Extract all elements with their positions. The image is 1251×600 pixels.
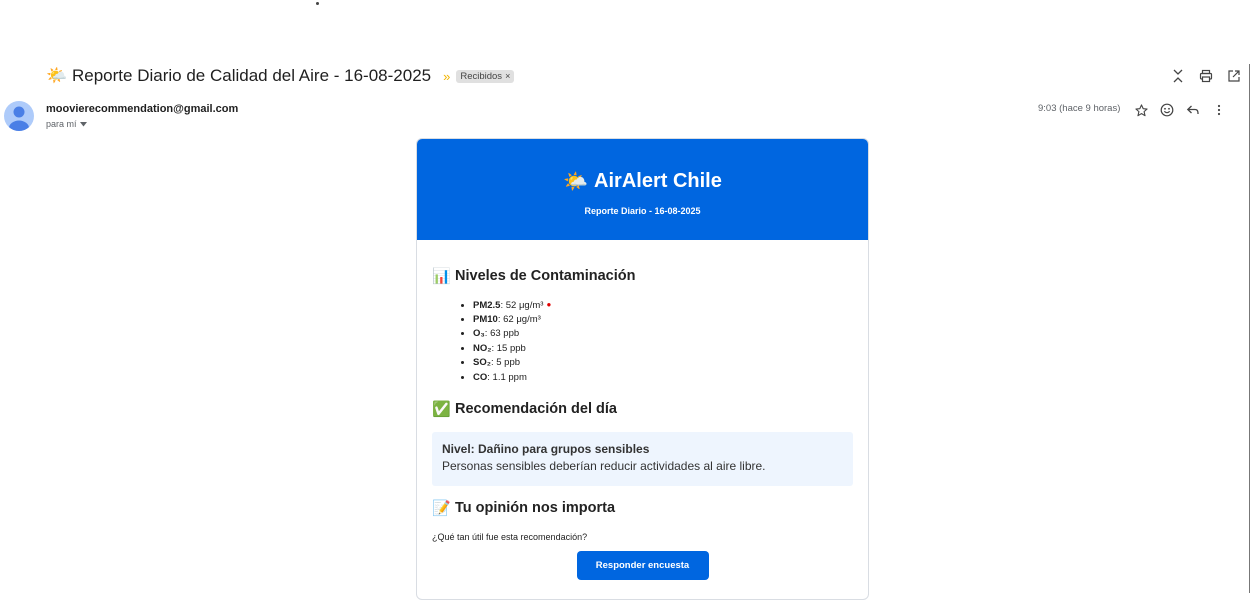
check-icon: ✅ [432,400,451,418]
print-icon[interactable] [1196,66,1216,86]
pollutant-name: PM10 [473,313,498,325]
levels-heading: 📊 Niveles de Contaminación [432,267,853,285]
opinion-title: Tu opinión nos importa [455,499,616,516]
star-icon[interactable] [1131,100,1151,120]
importance-marker-icon[interactable]: » [443,69,450,84]
to-me-label: para mí [46,119,77,129]
label-chip-text: Recibidos [460,70,503,82]
recommendation-level: Nivel: Dañino para grupos sensibles [442,441,650,456]
chevron-down-icon [79,121,87,126]
remove-label-icon[interactable]: × [505,71,510,81]
recommendation-heading: ✅ Recomendación del día [432,400,853,418]
pollutant-value: 15 ppb [496,342,526,354]
pollutant-name: PM2.5 [473,300,501,311]
pollutant-name: O₃ [473,328,485,340]
list-item: PM2.5: 52 μg/m³● [473,298,853,313]
received-time: 9:03 (hace 9 horas) [1038,103,1121,114]
open-in-new-icon[interactable] [1224,66,1244,86]
person-icon [9,106,29,131]
list-item: CO: 1.1 ppm [473,371,853,386]
pollutant-name: NO₂ [473,342,492,354]
pollutant-value: 52 μg/m³ [505,300,544,311]
levels-title: Niveles de Contaminación [455,268,636,284]
list-item: SO₂: 5 ppb [473,356,853,371]
report-subtitle: Reporte Diario - 16-08-2025 [584,206,701,216]
survey-question: ¿Qué tan útil fue esta recomendación? [432,531,588,542]
label-chip-inbox[interactable]: Recibidos × [456,69,515,83]
pollutant-value: 5 ppb [496,357,521,369]
survey-button[interactable]: Responder encuesta [576,550,709,580]
thread-toolbar [1168,66,1244,86]
pollutant-name: SO₂ [473,357,491,369]
pollutant-value: 63 ppb [490,328,520,340]
subject-row: 🌤️ Reporte Diario de Calidad del Aire - … [46,64,515,88]
sun-cloud-icon: 🌤️ [563,171,589,193]
recommendation-box: Nivel: Dañino para grupos sensibles Pers… [432,431,853,486]
list-item: PM10: 62 μg/m³ [473,313,853,328]
viewport-edge [1249,64,1250,593]
list-item: NO₂: 15 ppb [473,342,853,357]
reply-icon[interactable] [1183,100,1203,120]
report-banner: 🌤️ AirAlert Chile Reporte Diario - 16-08… [417,139,868,240]
email-subject: Reporte Diario de Calidad del Aire - 16-… [72,66,432,85]
stray-dot [316,2,319,5]
alert-dot-icon: ● [546,300,552,309]
pollutant-list: PM2.5: 52 μg/m³● PM10: 62 μg/m³ O₃: 63 p… [432,298,853,386]
collapse-icon[interactable] [1168,66,1188,86]
chart-icon: 📊 [432,268,451,285]
pollutant-value: 1.1 ppm [492,371,527,383]
brand-title: 🌤️ AirAlert Chile [417,139,868,194]
report-content: 📊 Niveles de Contaminación PM2.5: 52 μg/… [417,267,868,580]
pollutant-value: 62 μg/m³ [503,313,541,325]
recipients-toggle[interactable]: para mí [46,119,87,129]
brand-name: AirAlert Chile [594,170,722,192]
pollutant-name: CO [473,371,488,383]
more-vert-icon[interactable] [1209,100,1229,120]
list-item: O₃: 63 ppb [473,327,853,342]
subject-emoji: 🌤️ [46,66,68,85]
recommendation-text: Personas sensibles deberían reducir acti… [442,458,766,473]
sender-email[interactable]: moovierecommendation@gmail.com [46,103,238,115]
recommendation-title: Recomendación del día [455,400,617,417]
avatar[interactable] [4,101,34,131]
message-actions [1131,100,1229,120]
emoji-icon[interactable] [1157,100,1177,120]
opinion-heading: 📝 Tu opinión nos importa [432,499,853,517]
email-body-card: 🌤️ AirAlert Chile Reporte Diario - 16-08… [416,138,869,600]
memo-icon: 📝 [432,499,451,517]
